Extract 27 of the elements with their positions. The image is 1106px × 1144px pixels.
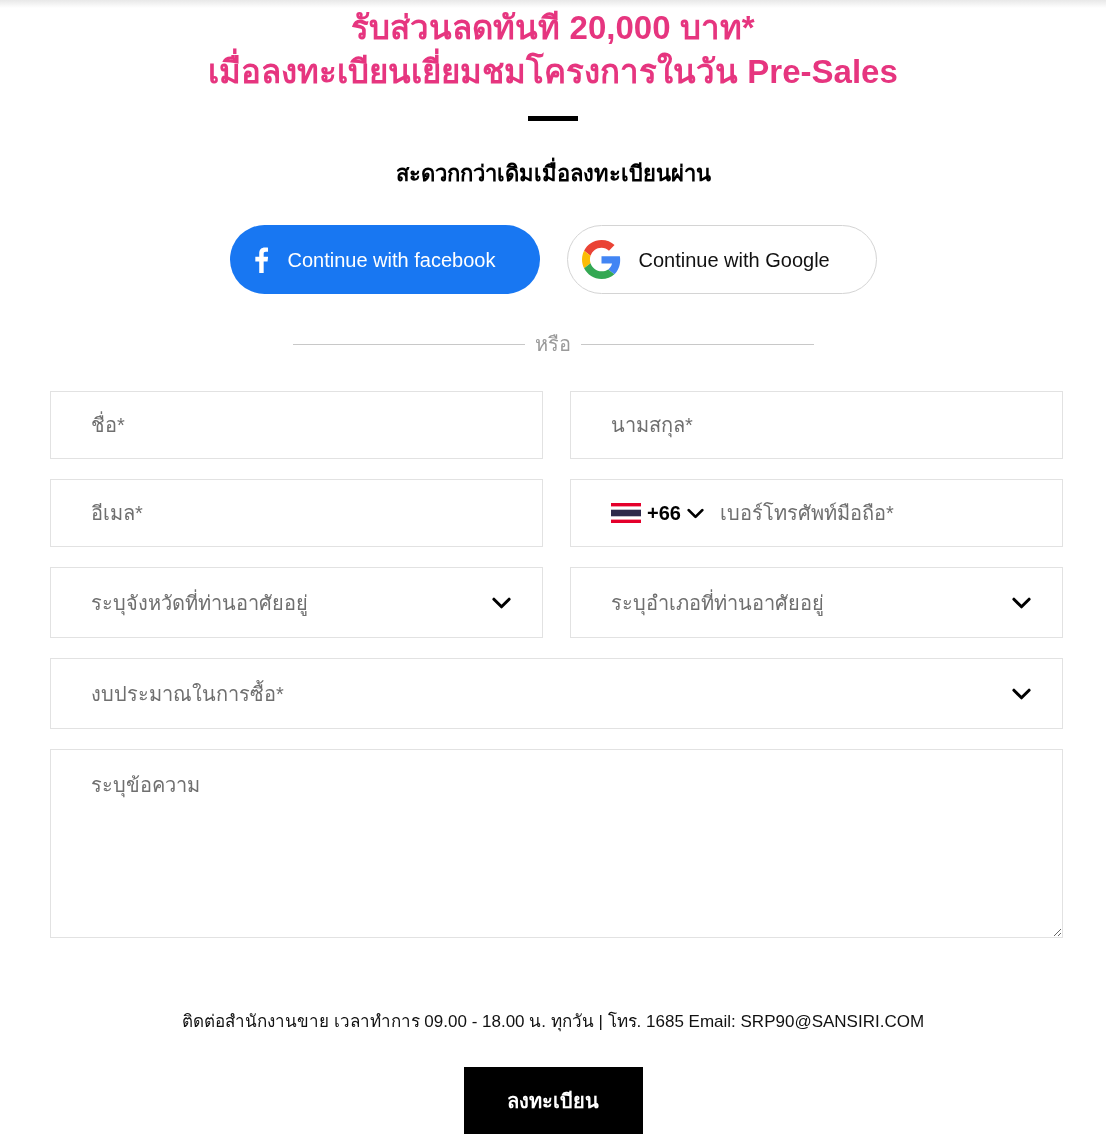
phone-number-input[interactable]: เบอร์โทรศัพท์มือถือ* — [719, 493, 1062, 533]
chevron-down-icon — [492, 596, 511, 609]
title-underline — [528, 116, 578, 121]
chevron-down-icon — [1012, 687, 1031, 700]
divider-label: หรือ — [534, 332, 572, 357]
text-input-field[interactable]: อีเมล* — [50, 479, 543, 547]
subheading: สะดวกกว่าเดิมเมื่อลงทะเบียนผ่าน — [395, 157, 711, 191]
headline: เมื่อลงทะเบียนเยี่ยมชมโครงการในวัน Pre-Sales — [208, 50, 898, 94]
google-logo-icon — [581, 240, 621, 279]
message-textarea-field[interactable]: ระบุข้อความ — [50, 749, 1063, 938]
chevron-down-icon — [1012, 596, 1031, 609]
facebook-login-button[interactable]: Continue with facebook — [229, 225, 540, 294]
dropdown-field[interactable]: ระบุอำเภอที่ท่านอาศัยอยู่ — [570, 567, 1063, 638]
facebook-icon — [254, 246, 268, 273]
text-input-field[interactable]: ชื่อ* — [50, 391, 543, 459]
dropdown-field[interactable]: ระบุจังหวัดที่ท่านอาศัยอยู่ — [50, 567, 543, 638]
google-login-button[interactable]: Continue with Google — [566, 225, 877, 294]
chevron-down-icon — [686, 507, 704, 519]
register-button[interactable]: ลงทะเบียน — [463, 1067, 643, 1134]
contact-info: ติดต่อสำนักงานขาย เวลาทำการ 09.00 - 18.00 น. ทุกวัน | โทร. 1685 Email: SRP90@SANSIRI.COM — [181, 1010, 925, 1034]
headline: รับส่วนลดทันที 20,000 บาท* — [351, 8, 755, 48]
country-code-selector[interactable]: +66 — [611, 498, 704, 528]
phone-input-field[interactable]: +66 เบอร์โทรศัพท์มือถือ* — [570, 479, 1063, 547]
thailand-flag-icon — [611, 503, 641, 523]
text-input-field[interactable]: นามสกุล* — [570, 391, 1063, 459]
country-code: +66 — [647, 501, 681, 526]
dropdown-field[interactable]: งบประมาณในการซื้อ* — [50, 658, 1063, 729]
